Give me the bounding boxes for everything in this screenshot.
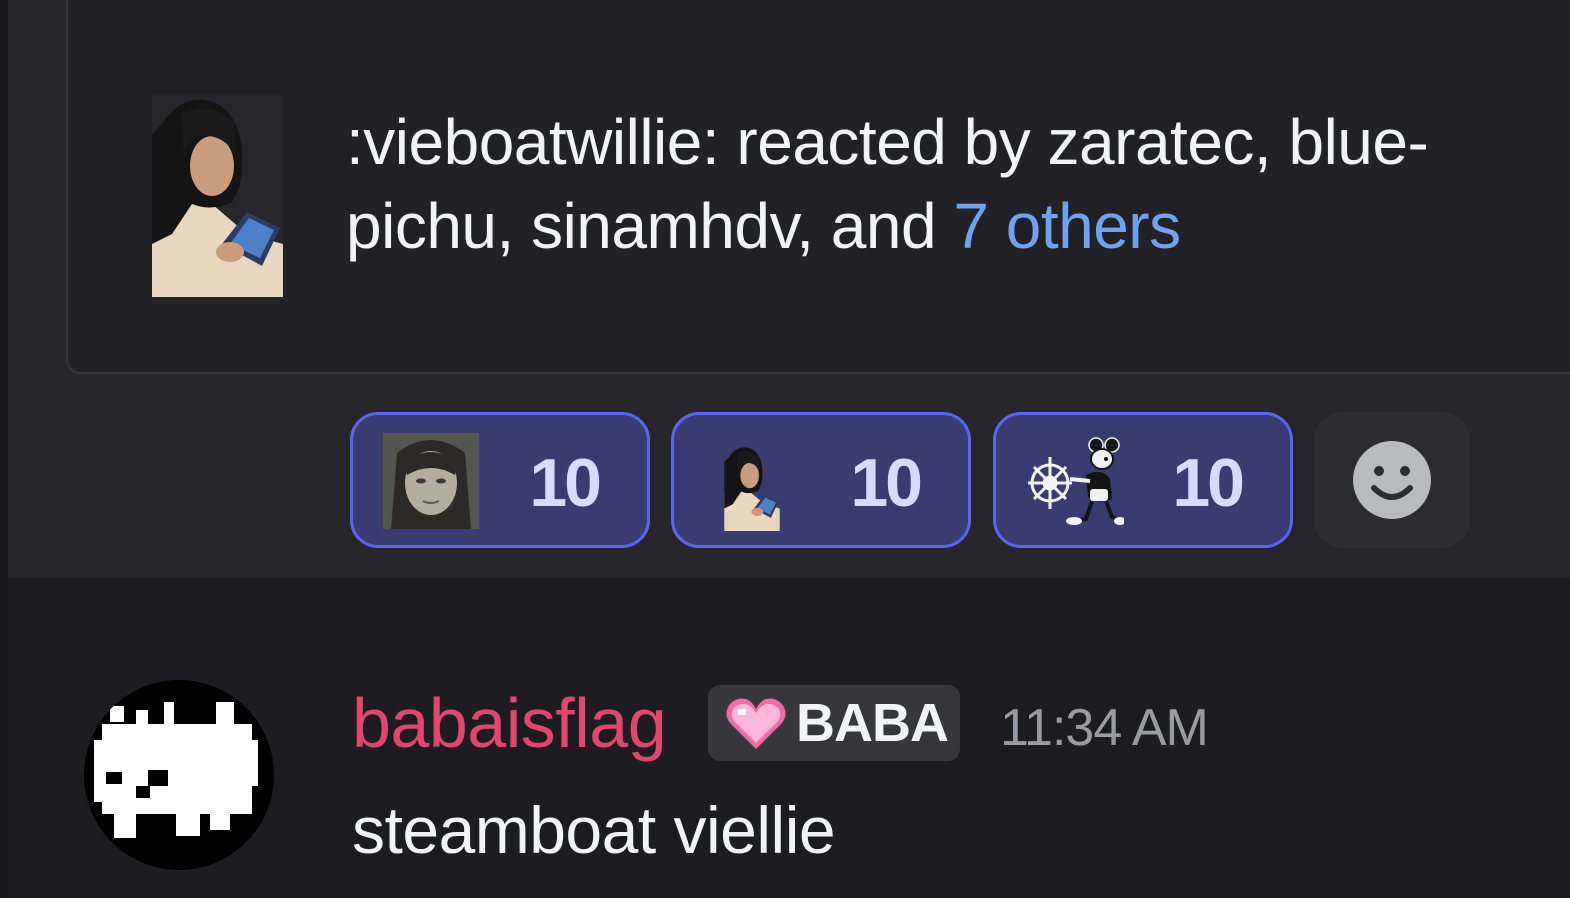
steamboat-willie-emoji-icon [1028, 437, 1124, 525]
vieboatwillie-emoji-icon [152, 94, 283, 297]
timestamp[interactable]: 11:34 AM [1000, 698, 1209, 758]
guild-tag[interactable]: BABA [708, 685, 960, 761]
reaction-button-2[interactable]: 10 [671, 412, 971, 548]
tooltip-reacted-by: :vieboatwillie: reacted by zaratec, blue… [346, 106, 1429, 262]
guild-tag-label: BABA [796, 693, 949, 753]
others-link[interactable]: 7 others [953, 190, 1181, 262]
reaction-button-1[interactable]: 10 [350, 412, 650, 548]
tooltip-text: :vieboatwillie: reacted by zaratec, blue… [346, 100, 1506, 268]
message-content: steamboat viellie [352, 793, 836, 867]
vieboatwillie-emoji-icon [724, 445, 780, 531]
username[interactable]: babaisflag [352, 680, 667, 766]
reaction-count: 10 [1172, 445, 1245, 521]
chat-view: :vieboatwillie: reacted by zaratec, blue… [0, 0, 1570, 898]
channel-list-edge [0, 0, 8, 898]
reaction-count: 10 [850, 445, 923, 521]
smiley-icon [1353, 441, 1431, 519]
reaction-button-3[interactable]: 10 [993, 412, 1293, 548]
pink-heart-icon [726, 698, 786, 749]
reaction-count: 10 [529, 445, 602, 521]
avatar[interactable] [84, 680, 274, 870]
add-reaction-button[interactable] [1314, 412, 1470, 548]
face-photo-emoji-icon [383, 433, 479, 529]
baba-pixel-avatar-icon [94, 702, 258, 838]
